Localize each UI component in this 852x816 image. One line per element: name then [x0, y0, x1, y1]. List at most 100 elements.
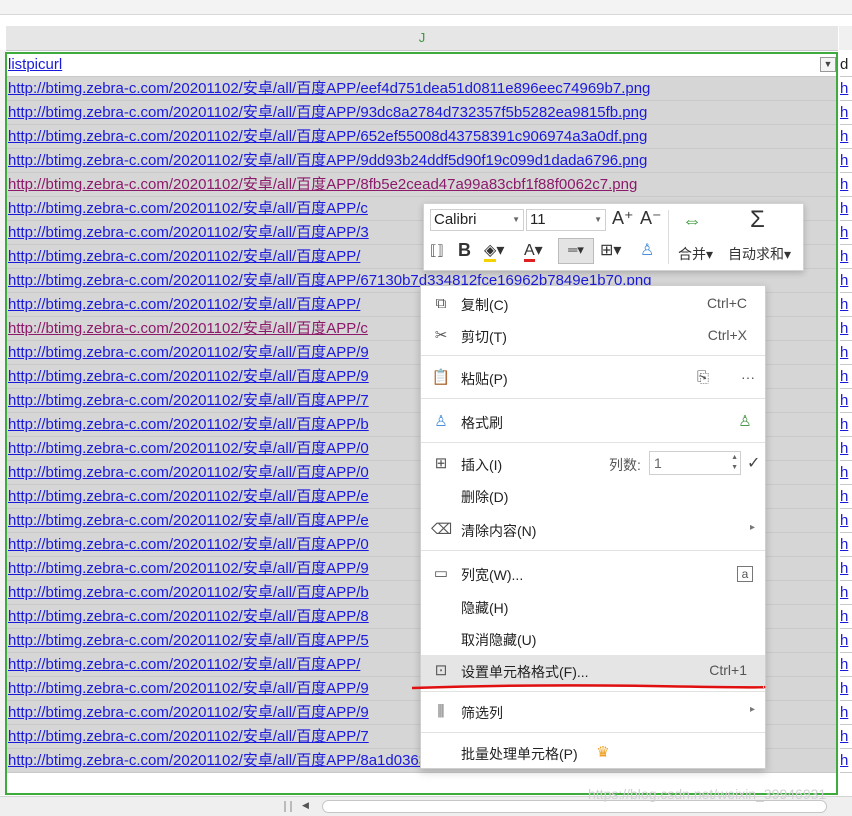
url-link[interactable]: http://btimg.zebra-c.com/20201102/安卓/all… — [8, 416, 369, 433]
next-column-cell[interactable]: h — [840, 677, 852, 701]
menu-item-format-cells[interactable]: ⊡ 设置单元格格式(F)... Ctrl+1 — [421, 655, 765, 687]
menu-item-insert[interactable]: ⊞ 插入(I) 列数: 1 ▲ ▼ ✓ — [421, 448, 765, 480]
column-header-j[interactable]: J — [6, 26, 838, 51]
next-column-cell[interactable]: h — [840, 173, 852, 197]
next-column-cell[interactable]: h — [840, 245, 852, 269]
next-column-cell[interactable]: h — [840, 101, 852, 125]
font-size-select[interactable]: 11 ▼ — [526, 209, 606, 231]
url-link[interactable]: http://btimg.zebra-c.com/20201102/安卓/all… — [8, 632, 369, 649]
menu-item-hide[interactable]: 隐藏(H) — [421, 591, 765, 623]
next-column-cell[interactable]: h — [840, 341, 852, 365]
decrease-font-icon[interactable]: A⁻ — [640, 208, 662, 229]
fill-color-icon[interactable]: ◈▾ — [484, 240, 504, 262]
url-link[interactable]: http://btimg.zebra-c.com/20201102/安卓/all… — [8, 704, 369, 721]
increase-font-icon[interactable]: A⁺ — [612, 208, 634, 229]
url-link[interactable]: http://btimg.zebra-c.com/20201102/安卓/all… — [8, 344, 369, 361]
font-name-select[interactable]: Calibri ▼ — [430, 209, 524, 231]
border-icon[interactable]: ⊞▾ — [600, 240, 621, 260]
merge-label[interactable]: 合并▾ — [678, 244, 713, 264]
next-column-header-cell[interactable]: d — [840, 53, 852, 77]
url-link[interactable]: http://btimg.zebra-c.com/20201102/安卓/all… — [8, 248, 360, 265]
url-link[interactable]: http://btimg.zebra-c.com/20201102/安卓/all… — [8, 368, 369, 385]
auto-width-icon[interactable]: a — [737, 566, 753, 582]
table-row[interactable]: http://btimg.zebra-c.com/20201102/安卓/all… — [6, 101, 838, 125]
header-cell[interactable]: listpicurl ▼ — [6, 53, 838, 77]
next-column-cell[interactable]: h — [840, 77, 852, 101]
next-column-cell[interactable]: h — [840, 149, 852, 173]
confirm-check-icon[interactable]: ✓ — [747, 453, 760, 473]
url-link[interactable]: http://btimg.zebra-c.com/20201102/安卓/all… — [8, 656, 360, 673]
scroll-left-icon[interactable]: ◀ — [302, 800, 309, 811]
next-column-cell[interactable]: h — [840, 653, 852, 677]
next-column-cell[interactable]: h — [840, 221, 852, 245]
menu-item-format-painter[interactable]: ♙ 格式刷 ♙ — [421, 406, 765, 438]
next-column-cell[interactable]: h — [840, 629, 852, 653]
url-link[interactable]: http://btimg.zebra-c.com/20201102/安卓/all… — [8, 320, 368, 337]
url-link[interactable]: http://btimg.zebra-c.com/20201102/安卓/all… — [8, 392, 369, 409]
split-grip-icon[interactable] — [284, 801, 292, 812]
next-column-cell[interactable]: h — [840, 533, 852, 557]
url-link[interactable]: http://btimg.zebra-c.com/20201102/安卓/all… — [8, 728, 369, 745]
url-link[interactable]: http://btimg.zebra-c.com/20201102/安卓/all… — [8, 536, 369, 553]
url-link[interactable]: http://btimg.zebra-c.com/20201102/安卓/all… — [8, 560, 369, 577]
next-column-cell[interactable]: h — [840, 413, 852, 437]
merge-cells-icon[interactable]: ⇔ — [682, 210, 702, 233]
column-header-next[interactable] — [839, 26, 852, 50]
menu-item-cut[interactable]: ✂ 剪切(T) Ctrl+X — [421, 320, 765, 352]
menu-item-unhide[interactable]: 取消隐藏(U) — [421, 623, 765, 655]
url-link[interactable]: http://btimg.zebra-c.com/20201102/安卓/all… — [8, 464, 369, 481]
menu-item-batch-process[interactable]: 批量处理单元格(P) ♛ — [421, 737, 765, 769]
menu-item-filter-column[interactable]: ⫼ 筛选列 ▸ — [421, 696, 765, 728]
next-column-cell[interactable]: h — [840, 509, 852, 533]
next-column-cell[interactable]: h — [840, 701, 852, 725]
next-column-cell[interactable]: h — [840, 557, 852, 581]
url-link[interactable]: http://btimg.zebra-c.com/20201102/安卓/all… — [8, 440, 369, 457]
menu-item-delete[interactable]: 删除(D) — [421, 480, 765, 512]
next-column-cell[interactable]: h — [840, 461, 852, 485]
url-link[interactable]: http://btimg.zebra-c.com/20201102/安卓/all… — [8, 296, 360, 313]
next-column-cell[interactable]: h — [840, 365, 852, 389]
format-painter-multi-icon[interactable]: ♙ — [735, 412, 755, 432]
url-link[interactable]: http://btimg.zebra-c.com/20201102/安卓/all… — [8, 80, 650, 97]
next-column-cell[interactable]: h — [840, 485, 852, 509]
table-row[interactable]: http://btimg.zebra-c.com/20201102/安卓/all… — [6, 125, 838, 149]
menu-item-copy[interactable]: ⧉ 复制(C) Ctrl+C — [421, 288, 765, 320]
next-column-cell[interactable]: h — [840, 197, 852, 221]
url-link[interactable]: http://btimg.zebra-c.com/20201102/安卓/all… — [8, 584, 369, 601]
next-column-cell[interactable]: h — [840, 269, 852, 293]
table-row[interactable]: http://btimg.zebra-c.com/20201102/安卓/all… — [6, 77, 838, 101]
url-link[interactable]: http://btimg.zebra-c.com/20201102/安卓/all… — [8, 224, 369, 241]
next-column-cell[interactable]: h — [840, 317, 852, 341]
font-color-icon[interactable]: A▾ — [524, 240, 543, 262]
table-row[interactable]: http://btimg.zebra-c.com/20201102/安卓/all… — [6, 149, 838, 173]
bold-icon[interactable]: B — [458, 240, 471, 261]
column-count-input[interactable]: 1 ▲ ▼ — [649, 451, 741, 475]
menu-item-clear[interactable]: ⌫ 清除内容(N) ▸ — [421, 514, 765, 546]
table-row[interactable]: http://btimg.zebra-c.com/20201102/安卓/all… — [6, 173, 838, 197]
autosum-label[interactable]: 自动求和▾ — [728, 244, 791, 264]
url-link[interactable]: http://btimg.zebra-c.com/20201102/安卓/all… — [8, 608, 369, 625]
next-column-cell[interactable]: h — [840, 725, 852, 749]
url-link[interactable]: http://btimg.zebra-c.com/20201102/安卓/all… — [8, 176, 637, 193]
autosum-icon[interactable]: Σ — [750, 206, 765, 234]
url-link[interactable]: http://btimg.zebra-c.com/20201102/安卓/all… — [8, 128, 647, 145]
wrap-text-icon[interactable]: ⟦⟧ — [430, 242, 444, 259]
format-painter-icon[interactable]: ♙ — [640, 240, 654, 260]
align-icon[interactable]: ═▾ — [558, 238, 594, 264]
next-column-cell[interactable]: h — [840, 125, 852, 149]
filter-dropdown-button[interactable]: ▼ — [820, 57, 836, 72]
menu-item-paste[interactable]: 📋 粘贴(P) ⎘ ··· — [421, 362, 765, 394]
next-column-cell[interactable]: h — [840, 749, 852, 773]
next-column-cell[interactable]: h — [840, 605, 852, 629]
paste-special-icon[interactable]: ⎘ — [693, 368, 713, 388]
next-column-cell[interactable]: h — [840, 389, 852, 413]
stepper-icon[interactable]: ▲ ▼ — [731, 453, 738, 473]
more-options-icon[interactable]: ··· — [741, 369, 755, 385]
next-column-cell[interactable]: h — [840, 581, 852, 605]
url-link[interactable]: http://btimg.zebra-c.com/20201102/安卓/all… — [8, 104, 647, 121]
url-link[interactable]: http://btimg.zebra-c.com/20201102/安卓/all… — [8, 152, 647, 169]
next-column-cell[interactable]: h — [840, 437, 852, 461]
url-link[interactable]: http://btimg.zebra-c.com/20201102/安卓/all… — [8, 680, 369, 697]
url-link[interactable]: http://btimg.zebra-c.com/20201102/安卓/all… — [8, 512, 369, 529]
url-link[interactable]: http://btimg.zebra-c.com/20201102/安卓/all… — [8, 200, 368, 217]
